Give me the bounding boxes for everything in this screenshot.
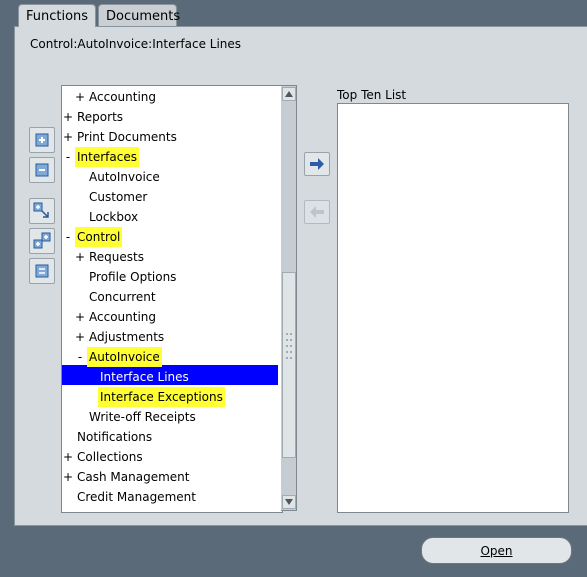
collapse-icon — [35, 163, 49, 177]
tab-functions-label: Functions — [26, 9, 89, 24]
tree-expander[interactable]: - — [63, 227, 73, 247]
tree-item-label: Write-off Receipts — [89, 410, 196, 424]
tree-item[interactable]: - Interfaces — [62, 147, 278, 167]
arrow-right-icon — [310, 158, 324, 170]
tree-item[interactable]: Credit Management — [62, 487, 278, 507]
tree-item-label: Concurrent — [89, 290, 156, 304]
tree-item-label: Customer — [89, 190, 148, 204]
tree-item-label: Control — [75, 227, 123, 247]
tab-documents[interactable]: Documents — [98, 4, 181, 26]
tree-item-label: Collections — [77, 450, 143, 464]
tree-item-label: Interface Lines — [100, 370, 189, 384]
tree-expander[interactable]: + — [63, 107, 73, 127]
tree-expander[interactable]: + — [63, 447, 73, 467]
tree-item-label: Credit Management — [77, 490, 196, 504]
tree-item[interactable]: Interface Lines — [62, 367, 278, 387]
tree-item[interactable]: + Accounting — [62, 307, 278, 327]
tree-item-label: Reports — [77, 110, 124, 124]
tree-scrollbar[interactable] — [281, 85, 297, 511]
tree-item[interactable]: Customer — [62, 187, 278, 207]
tree-expander[interactable]: + — [63, 467, 73, 487]
collapse-button[interactable] — [29, 157, 55, 183]
tree-item[interactable]: Lockbox — [62, 207, 278, 227]
expand-button[interactable] — [29, 127, 55, 153]
tree-item-label: Requests — [89, 250, 144, 264]
triangle-down-icon — [285, 499, 293, 505]
tree-expander[interactable]: + — [75, 327, 85, 347]
tree-expander[interactable]: - — [63, 147, 73, 167]
tree-item[interactable]: + Reports — [62, 107, 278, 127]
collapse-all-icon — [35, 264, 49, 278]
tab-functions[interactable]: Functions — [18, 4, 96, 27]
tree-item[interactable]: Interface Exceptions — [62, 387, 278, 407]
tree-item-label: Notifications — [77, 430, 153, 444]
expand-all-icon — [33, 202, 49, 218]
tree-item[interactable]: + Cash Management — [62, 467, 278, 487]
tree-item-label: Interfaces — [75, 147, 139, 167]
move-left-button[interactable] — [304, 200, 330, 224]
arrow-left-icon — [310, 206, 324, 218]
tree-item-label: Print Documents — [77, 130, 177, 144]
functions-panel: Control:AutoInvoice:Interface Lines + Ac… — [14, 26, 587, 526]
tree-item[interactable]: + Collections — [62, 447, 278, 467]
expand-branch-icon — [33, 232, 51, 249]
tree-item-label: Accounting — [89, 310, 157, 324]
tree-expander[interactable]: + — [75, 307, 85, 327]
scroll-thumb[interactable] — [282, 272, 296, 458]
tree-item-label: AutoInvoice — [89, 170, 160, 184]
open-button-label: Open — [480, 543, 513, 558]
top-ten-label: Top Ten List — [337, 88, 407, 102]
tree-item[interactable]: Notifications — [62, 427, 278, 447]
tree-item-label: Interface Exceptions — [98, 387, 225, 407]
expand-branch-button[interactable] — [29, 228, 55, 254]
move-right-button[interactable] — [304, 152, 330, 176]
expand-icon — [35, 133, 49, 147]
tree-item-label: Lockbox — [89, 210, 139, 224]
tree-expander[interactable]: + — [63, 127, 73, 147]
tree-item-label: Adjustments — [89, 330, 165, 344]
tree-item[interactable]: Profile Options — [62, 267, 278, 287]
tree-item[interactable]: + Print Documents — [62, 127, 278, 147]
top-ten-list[interactable] — [337, 103, 569, 513]
tree-item[interactable]: + Accounting — [62, 87, 278, 107]
tree-item[interactable]: + Adjustments — [62, 327, 278, 347]
tree-expander[interactable]: + — [75, 87, 85, 107]
tree-item[interactable]: Write-off Receipts — [62, 407, 278, 427]
tree-item[interactable]: + Requests — [62, 247, 278, 267]
tree-item[interactable]: - AutoInvoice — [62, 347, 278, 367]
expand-all-button[interactable] — [29, 198, 55, 224]
tree-expander[interactable]: + — [75, 247, 85, 267]
triangle-up-icon — [285, 91, 293, 97]
tree-item[interactable]: AutoInvoice — [62, 167, 278, 187]
collapse-all-button[interactable] — [29, 258, 55, 284]
tree-expander[interactable]: - — [75, 347, 85, 367]
tree-item[interactable]: - Control — [62, 227, 278, 247]
open-button[interactable]: Open — [421, 537, 572, 564]
breadcrumb: Control:AutoInvoice:Interface Lines — [30, 37, 242, 51]
tree-item-label: Cash Management — [77, 470, 190, 484]
function-tree[interactable]: + Accounting + Reports + Print Documents - Inte… — [61, 85, 283, 513]
tree-item[interactable]: Concurrent — [62, 287, 278, 307]
scroll-up-button[interactable] — [282, 87, 296, 101]
scroll-down-button[interactable] — [282, 495, 296, 509]
tree-item-label: Accounting — [89, 90, 157, 104]
tab-documents-label: Documents — [106, 9, 181, 24]
tree-item-label: AutoInvoice — [87, 347, 162, 367]
tree-item-label: Profile Options — [89, 270, 177, 284]
